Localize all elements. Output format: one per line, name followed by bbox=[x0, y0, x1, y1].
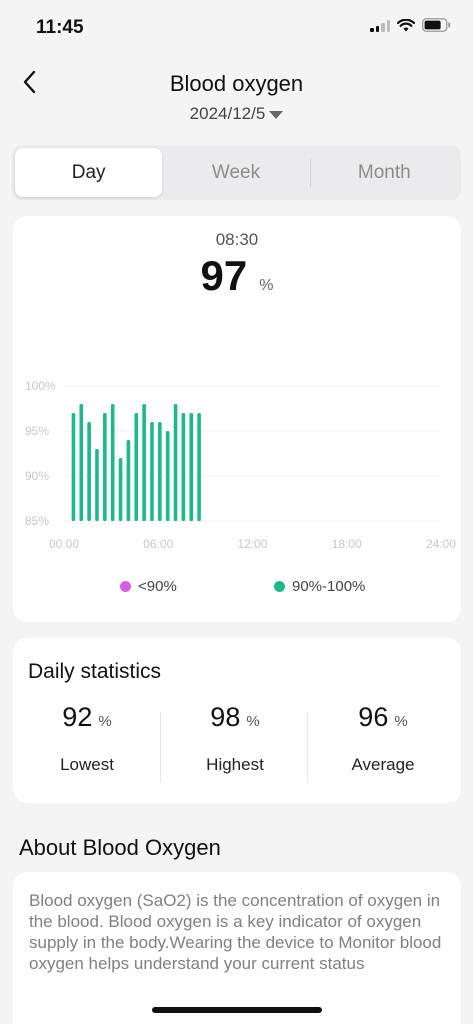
chart-bar bbox=[71, 413, 76, 521]
stat-average-value: 96 bbox=[358, 702, 389, 732]
chart-bar bbox=[197, 413, 201, 521]
stat-divider bbox=[307, 712, 308, 782]
selected-value-unit: % bbox=[259, 277, 274, 294]
x-tick-label: 24:00 bbox=[426, 537, 456, 551]
tab-month[interactable]: Month bbox=[311, 148, 458, 197]
page-title: Blood oxygen bbox=[169, 71, 304, 96]
about-text: Blood oxygen (SaO2) is the concentration… bbox=[29, 891, 442, 973]
chart-bar bbox=[181, 413, 186, 521]
legend-dot-normal bbox=[274, 581, 285, 592]
period-tabs: Day Week Month bbox=[12, 145, 461, 200]
wifi-icon bbox=[397, 18, 415, 32]
date-label: 2024/12/5 bbox=[189, 104, 266, 123]
stat-average-unit: % bbox=[394, 713, 408, 730]
stat-average: 96% Average bbox=[309, 702, 457, 775]
stat-lowest: 92% Lowest bbox=[13, 702, 161, 775]
chart-bar bbox=[87, 422, 91, 521]
caret-down-icon bbox=[269, 111, 284, 119]
x-tick-label: 06:00 bbox=[143, 537, 173, 551]
legend-item-low: <90% bbox=[120, 578, 177, 595]
stat-highest-value: 98 bbox=[210, 702, 241, 732]
stat-highest-unit: % bbox=[246, 713, 260, 730]
date-selector[interactable]: 2024/12/5 bbox=[0, 104, 473, 124]
stat-highest: 98% Highest bbox=[161, 702, 309, 775]
chart-bar bbox=[95, 449, 99, 521]
chart-bar bbox=[118, 458, 123, 521]
stat-lowest-value: 92 bbox=[62, 702, 93, 732]
about-card: Blood oxygen (SaO2) is the concentration… bbox=[13, 872, 461, 1024]
stat-lowest-label: Lowest bbox=[60, 755, 114, 774]
chart-bar bbox=[165, 431, 170, 521]
blood-oxygen-chart[interactable]: 100% 95% 90% 85%00:00 06:00 12:00 18:00 24:00 bbox=[13, 366, 461, 566]
x-tick-label: 12:00 bbox=[237, 537, 267, 551]
chart-card: 08:30 97% 100% 95% 90% 85% 00:00 06:00 12:00 18… bbox=[13, 216, 461, 622]
chart-legend: <90% 90%-100% bbox=[13, 578, 461, 598]
y-tick-label: 85% bbox=[25, 514, 49, 528]
home-indicator[interactable] bbox=[152, 1007, 322, 1013]
chart-bar bbox=[158, 422, 162, 521]
chart-bar bbox=[173, 404, 178, 521]
x-tick-label: 00:00 bbox=[49, 537, 79, 551]
y-tick-label: 100% bbox=[25, 379, 56, 393]
chart-bar bbox=[150, 422, 154, 521]
legend-label-normal: 90%-100% bbox=[292, 578, 366, 595]
legend-label-low: <90% bbox=[138, 578, 177, 595]
stats-title: Daily statistics bbox=[28, 660, 162, 683]
status-icons bbox=[370, 18, 451, 32]
chart-bar bbox=[103, 413, 107, 521]
tab-week[interactable]: Week bbox=[162, 148, 309, 197]
stat-lowest-unit: % bbox=[98, 713, 112, 730]
y-tick-label: 90% bbox=[25, 469, 49, 483]
x-tick-label: 18:00 bbox=[332, 537, 362, 551]
chart-bar bbox=[110, 404, 115, 521]
selected-value-number: 97 bbox=[200, 252, 248, 299]
chart-bar bbox=[134, 413, 139, 521]
legend-dot-low bbox=[120, 581, 131, 592]
daily-statistics-card: Daily statistics 92% Lowest 98% Highest … bbox=[13, 638, 461, 803]
about-title: About Blood Oxygen bbox=[19, 835, 221, 860]
selected-time: 08:30 bbox=[215, 230, 259, 249]
stat-highest-label: Highest bbox=[206, 755, 264, 774]
chart-bar bbox=[142, 404, 146, 521]
chart-bar bbox=[126, 440, 131, 521]
selected-value: 97% bbox=[13, 252, 461, 300]
tab-day[interactable]: Day bbox=[15, 148, 163, 197]
status-time: 11:45 bbox=[36, 17, 84, 38]
chart-bar bbox=[189, 413, 194, 521]
status-bar: 11:45 bbox=[0, 0, 473, 56]
y-tick-label: 95% bbox=[25, 424, 49, 438]
battery-icon bbox=[422, 18, 451, 32]
chart-bar bbox=[79, 404, 84, 521]
legend-item-normal: 90%-100% bbox=[274, 578, 365, 595]
cellular-signal-icon bbox=[370, 19, 390, 32]
stat-average-label: Average bbox=[351, 755, 415, 774]
